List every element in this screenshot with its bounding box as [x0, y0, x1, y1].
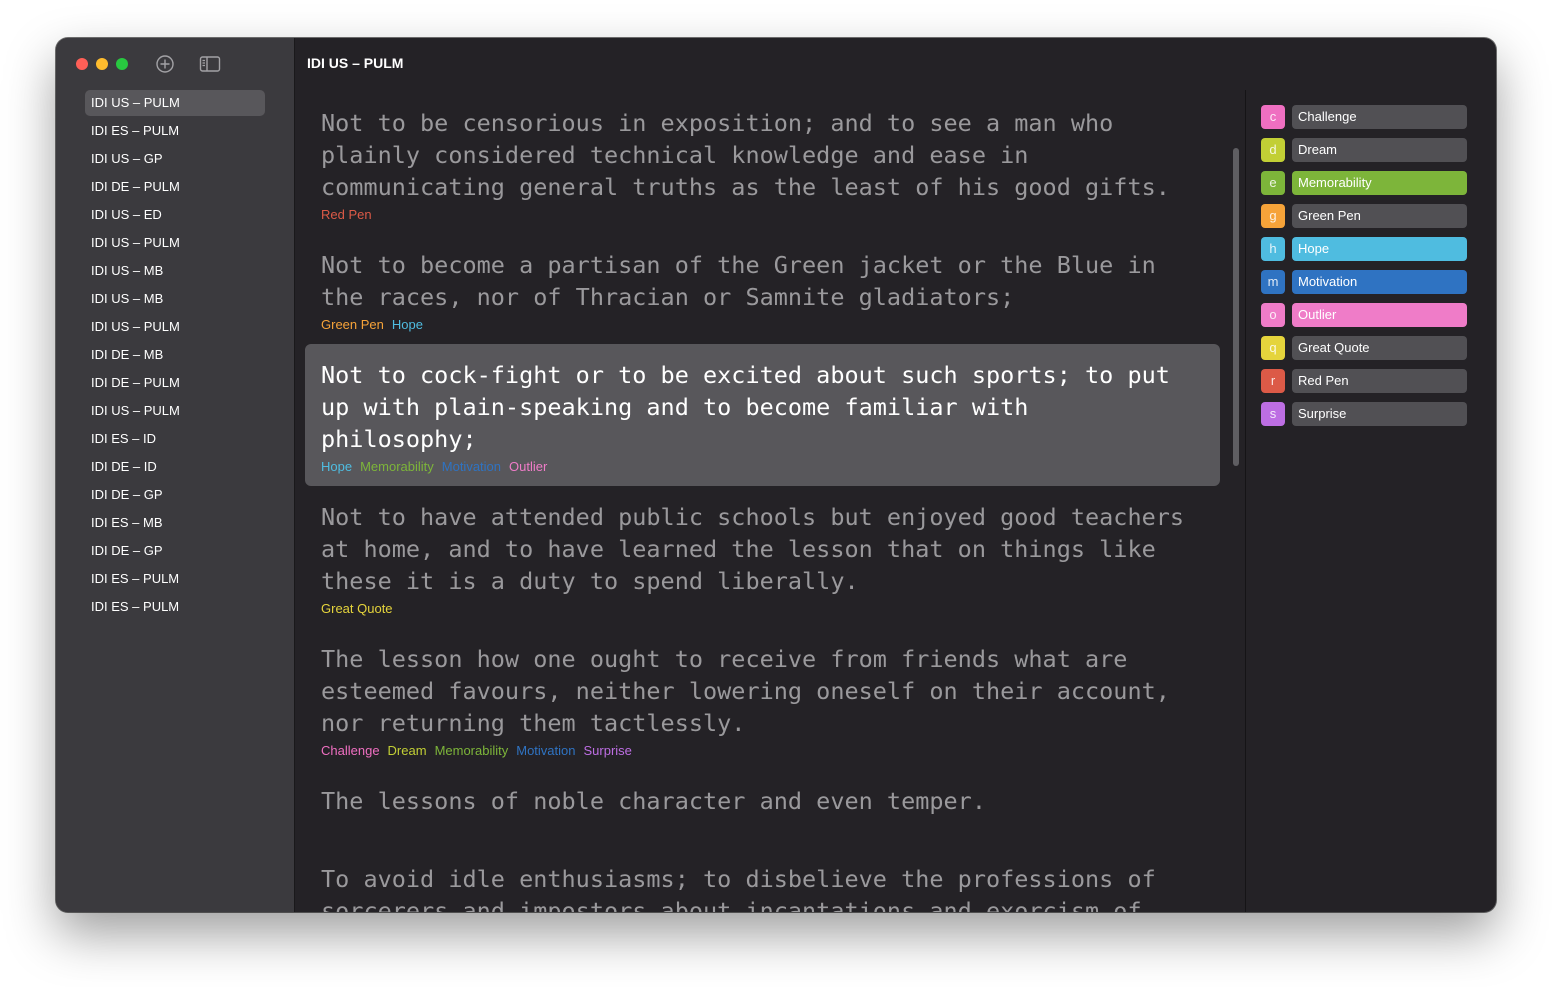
label-row-surprise: s Surprise	[1261, 402, 1473, 427]
paragraph-tag[interactable]: Challenge	[321, 743, 380, 758]
zoom-window-button[interactable]	[116, 58, 128, 70]
paragraph-tags: Green Pen Hope	[321, 316, 1204, 334]
minimize-window-button[interactable]	[96, 58, 108, 70]
paragraph-tag[interactable]: Motivation	[516, 743, 575, 758]
label-row-memorability: e Memorability	[1261, 171, 1473, 196]
label-shortcut-key[interactable]: g	[1261, 204, 1285, 228]
main-editor: IDI US – PULM Not to be censorious in ex…	[295, 38, 1496, 912]
label-row-challenge: c Challenge	[1261, 105, 1473, 130]
sidebar-item[interactable]: IDI ES – ID	[85, 426, 265, 452]
sidebar-item[interactable]: IDI US – MB	[85, 258, 265, 284]
sidebar-item[interactable]: IDI US – ED	[85, 202, 265, 228]
sidebar: IDI US – PULM IDI ES – PULM IDI US – GP IDI…	[56, 38, 295, 912]
label-row-green-pen: g Green Pen	[1261, 204, 1473, 229]
label-shortcut-key[interactable]: e	[1261, 171, 1285, 195]
paragraph-text: Not to be censorious in exposition; and …	[321, 109, 1170, 201]
label-shortcut-key[interactable]: h	[1261, 237, 1285, 261]
label-row-hope: h Hope	[1261, 237, 1473, 262]
label-toggle-button[interactable]: Memorability	[1292, 171, 1467, 195]
panel-divider	[1245, 90, 1246, 912]
paragraph-tag[interactable]: Great Quote	[321, 601, 393, 616]
label-toggle-button[interactable]: Dream	[1292, 138, 1467, 162]
sidebar-item[interactable]: IDI ES – PULM	[85, 118, 265, 144]
sidebar-item[interactable]: IDI US – PULM	[85, 314, 265, 340]
paragraph[interactable]: To avoid idle enthusiasms; to disbelieve…	[305, 848, 1220, 912]
label-row-great-quote: q Great Quote	[1261, 336, 1473, 361]
label-toggle-button[interactable]: Hope	[1292, 237, 1467, 261]
label-toggle-button[interactable]: Motivation	[1292, 270, 1467, 294]
paragraph-tag[interactable]: Red Pen	[321, 207, 372, 222]
paragraph-tag[interactable]: Memorability	[435, 743, 509, 758]
label-toggle-button[interactable]: Red Pen	[1292, 369, 1467, 393]
paragraph-tag[interactable]: Outlier	[509, 459, 547, 474]
label-row-dream: d Dream	[1261, 138, 1473, 163]
label-shortcut-key[interactable]: o	[1261, 303, 1285, 327]
document-title: IDI US – PULM	[307, 55, 404, 71]
label-toggle-button[interactable]: Surprise	[1292, 402, 1467, 426]
paragraph[interactable]: The lessons of noble character and even …	[305, 770, 1220, 848]
paragraph-tags	[321, 820, 1204, 838]
label-shortcut-key[interactable]: c	[1261, 105, 1285, 129]
label-row-red-pen: r Red Pen	[1261, 369, 1473, 394]
label-toggle-button[interactable]: Outlier	[1292, 303, 1467, 327]
paragraph[interactable]: Not to cock-fight or to be excited about…	[305, 344, 1220, 486]
paragraph[interactable]: Not to become a partisan of the Green ja…	[305, 234, 1220, 344]
label-panel: c Challenge d Dream e Memorability g Green Pen h…	[1261, 105, 1473, 435]
label-toggle-button[interactable]: Challenge	[1292, 105, 1467, 129]
sidebar-item[interactable]: IDI US – GP	[85, 146, 265, 172]
scrollbar-thumb[interactable]	[1233, 148, 1239, 466]
paragraph-list: Not to be censorious in exposition; and …	[305, 92, 1220, 912]
sidebar-item[interactable]: IDI DE – GP	[85, 482, 265, 508]
paragraph-text: Not to become a partisan of the Green ja…	[321, 251, 1156, 311]
label-row-motivation: m Motivation	[1261, 270, 1473, 295]
paragraph-text: Not to cock-fight or to be excited about…	[321, 361, 1170, 453]
sidebar-item[interactable]: IDI DE – GP	[85, 538, 265, 564]
paragraph[interactable]: The lesson how one ought to receive from…	[305, 628, 1220, 770]
label-shortcut-key[interactable]: d	[1261, 138, 1285, 162]
paragraph-tag[interactable]: Surprise	[584, 743, 632, 758]
paragraph-tag[interactable]: Motivation	[442, 459, 501, 474]
paragraph-text: Not to have attended public schools but …	[321, 503, 1185, 595]
plus-circle-icon[interactable]	[155, 54, 175, 79]
sidebar-toggle-icon[interactable]	[199, 54, 221, 79]
sidebar-item[interactable]: IDI DE – ID	[85, 454, 265, 480]
app-window: IDI US – PULM IDI ES – PULM IDI US – GP IDI…	[56, 38, 1496, 912]
sidebar-item[interactable]: IDI US – PULM	[85, 398, 265, 424]
close-window-button[interactable]	[76, 58, 88, 70]
sidebar-item[interactable]: IDI ES – PULM	[85, 566, 265, 592]
sidebar-item[interactable]: IDI US – MB	[85, 286, 265, 312]
sidebar-item[interactable]: IDI ES – MB	[85, 510, 265, 536]
paragraph-tags: Challenge Dream Memorability Motivation Surp…	[321, 742, 1204, 760]
sidebar-item[interactable]: IDI US – PULM	[85, 230, 265, 256]
label-shortcut-key[interactable]: r	[1261, 369, 1285, 393]
paragraph-tag[interactable]: Hope	[321, 459, 352, 474]
label-shortcut-key[interactable]: s	[1261, 402, 1285, 426]
paragraph-tags: Great Quote	[321, 600, 1204, 618]
document-list: IDI US – PULM IDI ES – PULM IDI US – GP IDI…	[85, 90, 265, 622]
sidebar-item[interactable]: IDI DE – MB	[85, 342, 265, 368]
paragraph-text: The lessons of noble character and even …	[321, 787, 986, 815]
paragraph-tags: Hope Memorability Motivation Outlier	[321, 458, 1204, 476]
label-toggle-button[interactable]: Great Quote	[1292, 336, 1467, 360]
paragraph-tag[interactable]: Dream	[388, 743, 427, 758]
paragraph-tags: Red Pen	[321, 206, 1204, 224]
label-shortcut-key[interactable]: q	[1261, 336, 1285, 360]
paragraph[interactable]: Not to be censorious in exposition; and …	[305, 92, 1220, 234]
sidebar-item[interactable]: IDI ES – PULM	[85, 594, 265, 620]
label-toggle-button[interactable]: Green Pen	[1292, 204, 1467, 228]
sidebar-item[interactable]: IDI DE – PULM	[85, 174, 265, 200]
paragraph-tag[interactable]: Memorability	[360, 459, 434, 474]
paragraph-tag[interactable]: Hope	[392, 317, 423, 332]
paragraph-tag[interactable]: Green Pen	[321, 317, 384, 332]
paragraph-text: The lesson how one ought to receive from…	[321, 645, 1170, 737]
label-row-outlier: o Outlier	[1261, 303, 1473, 328]
sidebar-item[interactable]: IDI DE – PULM	[85, 370, 265, 396]
paragraph[interactable]: Not to have attended public schools but …	[305, 486, 1220, 628]
scrollbar[interactable]	[1230, 90, 1242, 912]
sidebar-item[interactable]: IDI US – PULM	[85, 90, 265, 116]
label-shortcut-key[interactable]: m	[1261, 270, 1285, 294]
paragraph-text: To avoid idle enthusiasms; to disbelieve…	[321, 865, 1156, 912]
